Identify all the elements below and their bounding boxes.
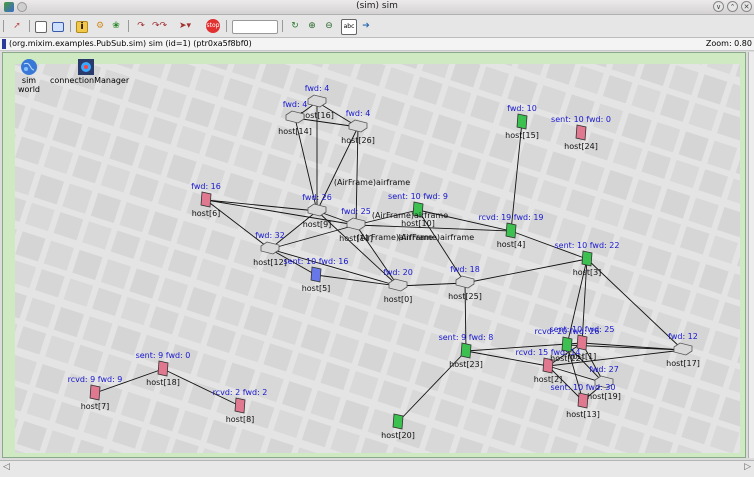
host-status: fwd: 4 xyxy=(283,100,308,109)
phone-pink-icon xyxy=(157,360,169,377)
host-status: fwd: 18 xyxy=(450,265,480,274)
host-status: fwd: 27 xyxy=(589,365,619,374)
host-status: rcvd: 19 fwd: 19 xyxy=(479,213,544,222)
phone-blue-icon xyxy=(310,266,322,283)
connection-manager-label: connectionManager xyxy=(50,76,130,85)
host-label: host[26] xyxy=(341,136,375,145)
phone-pink-icon xyxy=(234,397,246,414)
host-label: host[15] xyxy=(505,131,539,140)
world-label: sim world xyxy=(17,76,41,94)
host-status: sent: 9 fwd: 0 xyxy=(136,351,191,360)
host-label: host[3] xyxy=(573,268,602,277)
connection-manager-icon xyxy=(78,59,94,75)
map-background xyxy=(15,64,740,453)
host-status: fwd: 16 xyxy=(191,182,221,191)
host-status: sent: 10 fwd: 0 xyxy=(551,115,611,124)
host-status: sent: 10 fwd: 16 xyxy=(284,257,349,266)
world-module[interactable]: sim world xyxy=(14,58,44,94)
host-label: host[13] xyxy=(566,410,600,419)
host-label: host[12] xyxy=(253,258,287,267)
host-status: fwd: 32 xyxy=(255,231,285,240)
phone-green-icon xyxy=(516,113,528,130)
phone-pink-icon xyxy=(576,334,588,351)
host-label: host[22] xyxy=(550,354,584,363)
phone-green-icon xyxy=(561,336,573,353)
host-status: sent: 10 fwd: 9 xyxy=(388,192,448,201)
host-status: rcvd: 9 fwd: 9 xyxy=(68,375,123,384)
host-label: host[4] xyxy=(497,240,526,249)
host-status: sent: 10 fwd: 30 xyxy=(551,383,616,392)
phone-green-icon xyxy=(460,342,472,359)
globe-icon xyxy=(21,59,37,75)
host-label: host[9] xyxy=(303,220,332,229)
connection-manager-module[interactable]: connectionManager xyxy=(50,58,129,85)
host-label: host[10] xyxy=(401,219,435,228)
host-label: host[8] xyxy=(226,415,255,424)
host-label: host[24] xyxy=(564,142,598,151)
host-label: host[20] xyxy=(381,431,415,440)
host-label: host[18] xyxy=(146,378,180,387)
host-status: fwd: 10 xyxy=(507,104,537,113)
host-label: host[19] xyxy=(587,392,621,401)
host-label: host[17] xyxy=(666,359,700,368)
message-label: (AirFrame)airframe xyxy=(372,211,448,220)
phone-pink-icon xyxy=(575,124,587,141)
phone-green-icon xyxy=(505,222,517,239)
host-status: fwd: 25 xyxy=(341,207,371,216)
phone-pink-icon xyxy=(200,191,212,208)
message-label: (AirFrame)airframe xyxy=(334,178,410,187)
host-status: fwd: 12 xyxy=(668,332,698,341)
host-label: host[5] xyxy=(302,284,331,293)
phone-green-icon xyxy=(392,413,404,430)
host-label: host[0] xyxy=(384,295,413,304)
host-status: fwd: 26 xyxy=(302,193,332,202)
host-status: rcvd: 2 fwd: 2 xyxy=(213,388,268,397)
host-status: rcvd: 20 fwd: 26 xyxy=(535,327,600,336)
host-label: host[16] xyxy=(300,111,334,120)
message-label: (AirFrame)airframe xyxy=(398,233,474,242)
host-status: sent: 10 fwd: 22 xyxy=(555,241,620,250)
host-label: host[6] xyxy=(192,209,221,218)
phone-green-icon xyxy=(581,250,593,267)
host-label: host[23] xyxy=(449,360,483,369)
host-label: host[7] xyxy=(81,402,110,411)
host-label: host[14] xyxy=(278,127,312,136)
host-status: sent: 9 fwd: 8 xyxy=(439,333,494,342)
host-status: fwd: 20 xyxy=(383,268,413,277)
host-label: host[25] xyxy=(448,292,482,301)
phone-pink-icon xyxy=(89,384,101,401)
host-status: fwd: 4 xyxy=(346,109,371,118)
host-status: fwd: 4 xyxy=(305,84,330,93)
phone-pink-icon xyxy=(577,392,589,409)
